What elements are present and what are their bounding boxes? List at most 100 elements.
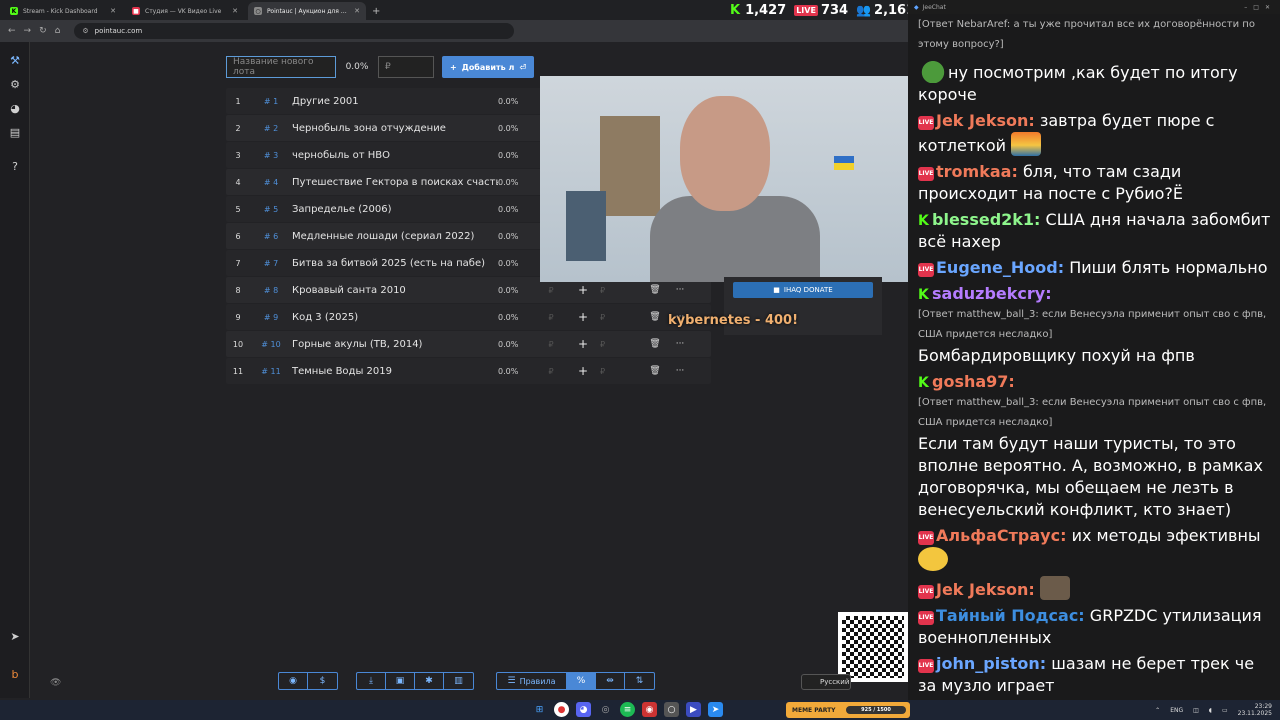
- lot-id[interactable]: # 3: [250, 151, 292, 160]
- lot-id[interactable]: # 6: [250, 232, 292, 241]
- chevron-up-icon[interactable]: ⌃: [1155, 707, 1160, 714]
- close-tab-icon[interactable]: ✕: [232, 7, 238, 15]
- chat-nickname[interactable]: tromkaa:: [936, 162, 1018, 181]
- trash-icon[interactable]: 🗑: [640, 312, 670, 322]
- lot-add-input[interactable]: ₽: [600, 286, 640, 295]
- download-icon[interactable]: ⤓: [357, 673, 386, 689]
- network-icon[interactable]: ◫: [1193, 707, 1199, 714]
- lot-name[interactable]: Другие 2001: [292, 96, 498, 107]
- trash-icon[interactable]: 🗑: [640, 285, 670, 295]
- clock[interactable]: 23:29 23.11.2025: [1238, 703, 1272, 717]
- lot-amount[interactable]: ₽: [536, 367, 566, 376]
- discord-icon[interactable]: ◕: [576, 702, 591, 717]
- browser-tab-kick[interactable]: K Stream - Kick Dashboard ✕: [4, 2, 122, 20]
- lot-id[interactable]: # 9: [250, 313, 292, 322]
- spotify-icon[interactable]: ≡: [620, 702, 635, 717]
- rules-button[interactable]: ☰ Правила: [497, 673, 567, 689]
- lot-name[interactable]: чернобыль от НВО: [292, 150, 498, 161]
- site-info-icon[interactable]: ⚙: [82, 27, 88, 35]
- lot-id[interactable]: # 1: [250, 97, 292, 106]
- new-tab-button[interactable]: +: [372, 6, 380, 17]
- lot-amount[interactable]: ₽: [536, 313, 566, 322]
- chat-nickname[interactable]: Тайный Подсас:: [936, 606, 1085, 625]
- chat-nickname[interactable]: Jek Jekson:: [936, 580, 1035, 599]
- more-icon[interactable]: ···: [670, 285, 690, 295]
- lot-name[interactable]: Запределье (2006): [292, 204, 498, 215]
- trash-icon[interactable]: 🗑: [640, 339, 670, 349]
- boosty-icon[interactable]: b: [0, 662, 30, 686]
- lot-name[interactable]: Темные Воды 2019: [292, 366, 498, 377]
- chat-nickname[interactable]: blessed2k1:: [932, 210, 1040, 229]
- back-icon[interactable]: ←: [8, 26, 16, 36]
- percent-mode-button[interactable]: %: [567, 673, 596, 689]
- add-lot-button[interactable]: + Добавить л ⏎: [442, 56, 534, 78]
- lot-id[interactable]: # 8: [250, 286, 292, 295]
- close-tab-icon[interactable]: ✕: [110, 7, 116, 15]
- lot-id[interactable]: # 2: [250, 124, 292, 133]
- obs-icon[interactable]: ○: [664, 702, 679, 717]
- chrome-icon[interactable]: ●: [554, 702, 569, 717]
- clipboard-icon[interactable]: ▤: [0, 120, 30, 144]
- more-icon[interactable]: ···: [670, 366, 690, 376]
- lot-add-input[interactable]: ₽: [600, 340, 640, 349]
- telegram-icon[interactable]: ➤: [0, 624, 30, 648]
- lot-name[interactable]: Путешествие Гектора в поисках счасть: [292, 177, 498, 188]
- battery-icon[interactable]: ▭: [1222, 707, 1228, 714]
- donate-button[interactable]: ■ IHAQ DONATE: [733, 282, 873, 298]
- chat-nickname[interactable]: gosha97:: [932, 372, 1015, 391]
- telegram-app-icon[interactable]: ➤: [708, 702, 723, 717]
- bug-icon[interactable]: ✱: [415, 673, 444, 689]
- lot-amount[interactable]: ₽: [536, 286, 566, 295]
- url-field[interactable]: ⚙ pointauc.com: [74, 23, 515, 39]
- language-select[interactable]: Русский: [801, 674, 851, 690]
- archive-icon[interactable]: ▥: [444, 673, 473, 689]
- lot-add-input[interactable]: ₽: [600, 367, 640, 376]
- more-icon[interactable]: ···: [670, 339, 690, 349]
- lot-name[interactable]: Кровавый санта 2010: [292, 285, 498, 296]
- trash-icon[interactable]: 🗑: [640, 366, 670, 376]
- add-amount-button[interactable]: +: [566, 337, 600, 351]
- chat-nickname[interactable]: saduzbekcry:: [932, 284, 1052, 303]
- split-icon[interactable]: ⇹: [596, 673, 625, 689]
- forward-icon[interactable]: →: [24, 26, 32, 36]
- app-icon[interactable]: ◉: [642, 702, 657, 717]
- add-amount-button[interactable]: +: [566, 364, 600, 378]
- language-indicator[interactable]: ENG: [1170, 707, 1183, 714]
- lot-name[interactable]: Код 3 (2025): [292, 312, 498, 323]
- browser-tab-vk[interactable]: ■ Студия — VK Видео Live ✕: [126, 2, 244, 20]
- steam-icon[interactable]: ◎: [598, 702, 613, 717]
- github-icon[interactable]: ◉: [279, 673, 308, 689]
- lot-name[interactable]: Битва за битвой 2025 (есть на пабе): [292, 258, 498, 269]
- lot-add-input[interactable]: ₽: [600, 313, 640, 322]
- chat-nickname[interactable]: АльфаСтраус:: [936, 526, 1066, 545]
- lot-amount[interactable]: ₽: [536, 340, 566, 349]
- eye-icon[interactable]: 👁: [50, 678, 61, 688]
- dollar-button[interactable]: $: [308, 673, 337, 689]
- windows-start-icon[interactable]: ⊞: [532, 702, 547, 717]
- lot-name[interactable]: Чернобыль зона отчуждение: [292, 123, 498, 134]
- lot-name-input[interactable]: Название нового лота: [226, 56, 336, 78]
- add-amount-button[interactable]: +: [566, 283, 600, 297]
- volume-icon[interactable]: ◖: [1209, 707, 1212, 714]
- home-icon[interactable]: ⌂: [55, 26, 61, 36]
- lot-amount-input[interactable]: ₽: [378, 56, 434, 78]
- lot-name[interactable]: Медленные лошади (сериал 2022): [292, 231, 498, 242]
- lot-id[interactable]: # 7: [250, 259, 292, 268]
- player-icon[interactable]: ▶: [686, 702, 701, 717]
- lot-id[interactable]: # 11: [250, 367, 292, 376]
- window-controls[interactable]: –□✕: [1244, 4, 1280, 11]
- add-amount-button[interactable]: +: [566, 310, 600, 324]
- gear-icon[interactable]: ⚙: [0, 72, 30, 96]
- hammer-icon[interactable]: ⚒: [0, 48, 30, 72]
- browser-tab-pointauc[interactable]: ○ Pointauc | Аукцион для стрим... ✕: [248, 2, 366, 20]
- sort-icon[interactable]: ⇅: [625, 673, 654, 689]
- close-tab-icon[interactable]: ✕: [354, 7, 360, 15]
- chat-nickname[interactable]: Eugene_Hood:: [936, 258, 1064, 277]
- lot-name[interactable]: Горные акулы (ТВ, 2014): [292, 339, 498, 350]
- lot-id[interactable]: # 5: [250, 205, 292, 214]
- chat-nickname[interactable]: Jek Jekson:: [936, 111, 1035, 130]
- chat-nickname[interactable]: john_piston:: [936, 654, 1046, 673]
- help-icon[interactable]: ?: [0, 154, 30, 178]
- lot-id[interactable]: # 10: [250, 340, 292, 349]
- reload-icon[interactable]: ↻: [39, 26, 47, 36]
